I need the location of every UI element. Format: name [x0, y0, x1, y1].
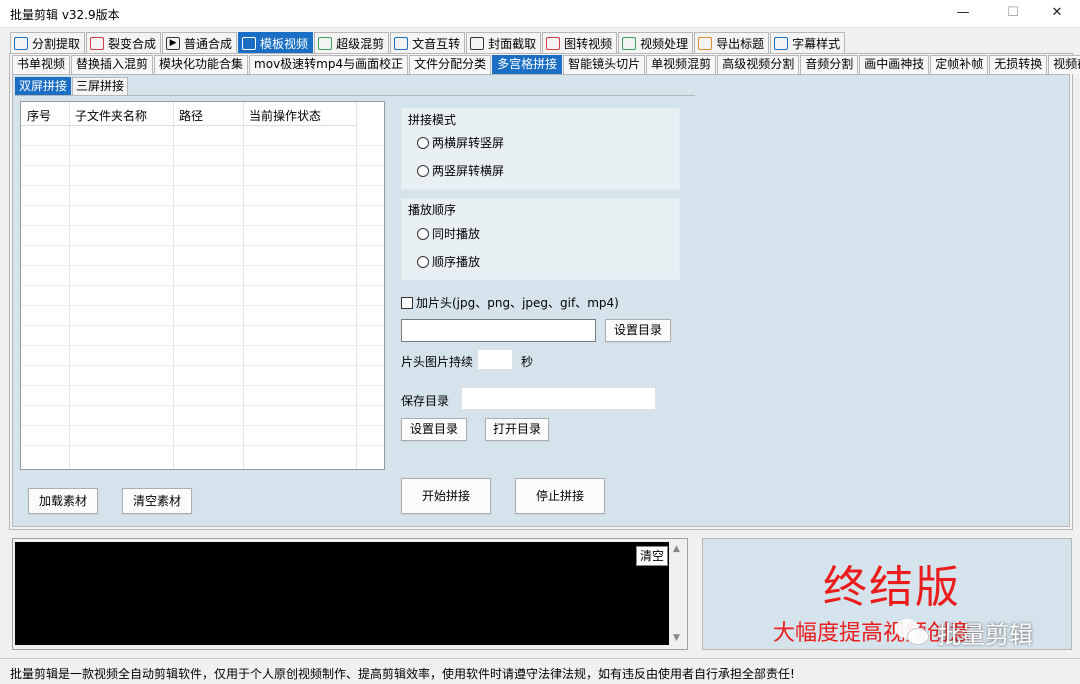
radio-circle-icon	[417, 136, 429, 149]
stop-splice-button[interactable]: 停止拼接	[515, 478, 605, 514]
subtab-book-list-video[interactable]: 书单视频	[12, 55, 71, 74]
microphone-icon	[394, 36, 409, 50]
radio-sequential-play[interactable]: 顺序播放	[417, 253, 480, 270]
subtab-frame-fill[interactable]: 定帧补帧	[930, 55, 989, 74]
minimize-button[interactable]: —	[940, 0, 986, 28]
column-header-index[interactable]: 序号	[27, 107, 51, 124]
subtab-multi-grid-splice[interactable]: 多宫格拼接	[492, 55, 563, 74]
subtab-replace-insert-mix[interactable]: 替换插入混剪	[71, 55, 154, 74]
seconds-unit-label: 秒	[521, 355, 534, 369]
set-intro-dir-button[interactable]: 设置目录	[605, 319, 671, 342]
inner-tab-strip: 双屏拼接 三屏拼接	[15, 77, 129, 95]
watermark-text: 批量剪辑	[937, 621, 1033, 649]
tab-triple-screen[interactable]: 三屏拼接	[72, 77, 129, 95]
title-bar: 批量剪辑 v32.9版本 — ☐ ✕	[0, 0, 1080, 28]
log-scrollbar[interactable]: ▲ ▼	[670, 542, 686, 645]
radio-portrait-to-landscape[interactable]: 两竖屏转横屏	[417, 162, 504, 179]
open-dir-button[interactable]: 打开目录	[485, 418, 549, 441]
save-dir-label: 保存目录	[401, 394, 450, 408]
tab-subtitle-style[interactable]: 字幕样式	[770, 32, 846, 53]
intro-duration-input[interactable]	[477, 349, 513, 370]
tab-dual-screen[interactable]: 双屏拼接	[15, 77, 72, 95]
template-icon	[242, 36, 257, 50]
subtab-picture-in-picture[interactable]: 画中画神技	[859, 55, 930, 74]
tab-super-mix[interactable]: 超级混剪	[314, 32, 390, 53]
tab-normal-compose[interactable]: ▶ 普通合成	[162, 32, 238, 53]
scroll-down-icon[interactable]: ▼	[673, 633, 680, 643]
image-to-video-icon	[546, 36, 561, 50]
start-splice-button[interactable]: 开始拼接	[401, 478, 491, 514]
clear-material-button[interactable]: 清空素材	[122, 488, 192, 514]
tab-template-video[interactable]: 模板视频	[238, 32, 314, 53]
subtab-audio-split[interactable]: 音频分割	[800, 55, 859, 74]
material-table[interactable]: 序号 子文件夹名称 路径 当前操作状态	[20, 101, 385, 470]
tab-image-to-video[interactable]: 图转视频	[542, 32, 618, 53]
sub-tab-strip: 书单视频 替换插入混剪 模块化功能合集 mov极速转mp4与画面校正 文件分配分…	[12, 55, 1080, 74]
subtab-lossless-convert[interactable]: 无损转换	[989, 55, 1048, 74]
close-button[interactable]: ✕	[1034, 0, 1080, 28]
video-process-icon	[622, 36, 637, 50]
splice-mode-group: 拼接模式 两横屏转竖屏 两竖屏转横屏	[401, 108, 680, 190]
tab-cover-capture[interactable]: 封面截取	[466, 32, 542, 53]
set-save-dir-button[interactable]: 设置目录	[401, 418, 467, 441]
promo-headline: 终结版	[823, 562, 961, 613]
subtab-video-screenshot[interactable]: 视频截图	[1048, 55, 1080, 74]
add-intro-checkbox[interactable]: 加片头(jpg、png、jpeg、gif、mp4)	[401, 294, 619, 311]
subtab-advanced-split[interactable]: 高级视频分割	[717, 55, 800, 74]
subtab-modular-functions[interactable]: 模块化功能合集	[154, 55, 249, 74]
image-icon	[470, 36, 485, 50]
subtab-smart-shot-slice[interactable]: 智能镜头切片	[563, 55, 646, 74]
maximize-button[interactable]: ☐	[990, 0, 1036, 28]
blue-square-icon	[14, 36, 28, 50]
play-order-legend: 播放顺序	[408, 203, 457, 217]
column-header-path[interactable]: 路径	[179, 107, 203, 124]
save-dir-input[interactable]	[461, 387, 656, 410]
window-title: 批量剪辑 v32.9版本	[10, 8, 120, 22]
load-material-button[interactable]: 加载素材	[28, 488, 98, 514]
radio-circle-icon	[417, 164, 429, 177]
export-title-icon	[698, 36, 713, 50]
tab-text-audio-convert[interactable]: 文音互转	[390, 32, 466, 53]
column-header-folder-name[interactable]: 子文件夹名称	[75, 107, 147, 124]
watermark: 批量剪辑	[895, 615, 1033, 650]
intro-duration-label: 片头图片持续	[401, 355, 474, 369]
wechat-icon	[895, 618, 931, 647]
waveform-icon	[318, 36, 333, 50]
play-order-group: 播放顺序 同时播放 顺序播放	[401, 198, 680, 280]
main-tab-strip: 分割提取 裂变合成 ▶ 普通合成 模板视频 超级混剪 文音互转 封面截取 图转视频…	[10, 32, 846, 53]
status-bar: 批量剪辑是一款视频全自动剪辑软件，仅用于个人原创视频制作、提高剪辑效率，使用软件…	[0, 658, 1080, 684]
status-text: 批量剪辑是一款视频全自动剪辑软件，仅用于个人原创视频制作、提高剪辑效率，使用软件…	[10, 667, 795, 681]
tab-video-process[interactable]: 视频处理	[618, 32, 694, 53]
subtab-file-distribution[interactable]: 文件分配分类	[409, 55, 492, 74]
radio-circle-icon	[417, 227, 429, 240]
intro-path-input[interactable]	[401, 319, 596, 342]
play-icon: ▶	[166, 36, 181, 50]
log-console[interactable]	[15, 542, 669, 645]
splice-mode-legend: 拼接模式	[408, 113, 457, 127]
scroll-up-icon[interactable]: ▲	[673, 544, 680, 554]
radio-simultaneous-play[interactable]: 同时播放	[417, 225, 480, 242]
subtitle-style-icon	[774, 36, 789, 50]
checkbox-square-icon	[401, 296, 413, 309]
clear-log-button[interactable]: 清空	[636, 546, 669, 566]
radio-landscape-to-portrait[interactable]: 两横屏转竖屏	[417, 134, 504, 151]
tab-fission-compose[interactable]: 裂变合成	[86, 32, 162, 53]
red-square-icon	[90, 36, 105, 50]
table-header: 序号 子文件夹名称 路径 当前操作状态	[21, 102, 356, 126]
subtab-mov-to-mp4[interactable]: mov极速转mp4与画面校正	[249, 55, 409, 74]
tab-export-title[interactable]: 导出标题	[694, 32, 770, 53]
subtab-single-video-mix[interactable]: 单视频混剪	[646, 55, 717, 74]
radio-circle-icon	[417, 255, 429, 268]
tab-split-extract[interactable]: 分割提取	[10, 32, 86, 53]
column-header-status[interactable]: 当前操作状态	[249, 107, 321, 124]
